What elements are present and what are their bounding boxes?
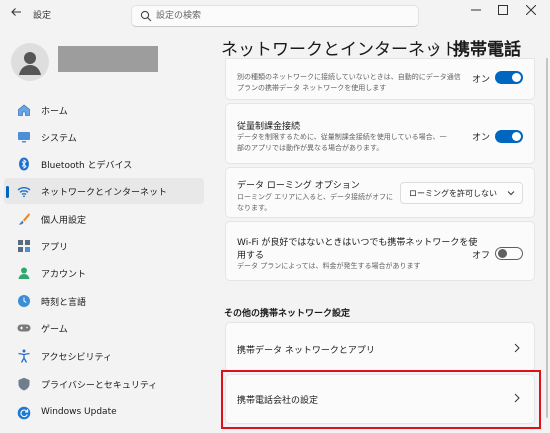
card-title: 用する (237, 251, 265, 261)
account-icon (18, 267, 30, 279)
back-arrow-icon (11, 8, 21, 16)
card-description: プランの携帯データ ネットワークを使用します (237, 84, 387, 92)
sidebar-item-label: 個人用設定 (41, 216, 87, 226)
search-box[interactable] (131, 5, 419, 27)
monitor-icon (18, 132, 30, 143)
sidebar-item-privacy[interactable]: プライバシーとセキュリティ (4, 371, 204, 397)
toggle-state-label: オフ (472, 251, 491, 261)
link-cellular-networks-apps[interactable]: 携帯データ ネットワークとアプリ (225, 322, 535, 372)
toggle-knob (512, 73, 521, 82)
sidebar-item-windows-update[interactable]: Windows Update (4, 400, 204, 426)
breadcrumb-separator: › (433, 36, 440, 56)
minimize-button[interactable] (466, 4, 486, 20)
roaming-card: データ ローミング オプション ローミング エリアに入ると、データ接続がオフに … (225, 167, 535, 218)
sidebar-item-system[interactable]: システム (4, 124, 204, 150)
person-icon (19, 52, 41, 75)
sidebar-item-time-language[interactable]: 時刻と言語 (4, 288, 204, 314)
search-input[interactable] (156, 8, 406, 24)
sidebar-item-network[interactable]: ネットワークとインターネット (4, 178, 204, 204)
toggle-state-label: オン (472, 75, 491, 85)
card-description: 部のアプリでは動作が異なる場合があります。 (237, 144, 384, 152)
sidebar-item-label: アクセシビリティ (41, 353, 113, 363)
globe-clock-icon (18, 295, 30, 307)
sidebar-item-label: アプリ (41, 243, 69, 253)
card-description: データ プランによっては、料金が発生する場合があります (237, 262, 421, 270)
home-icon (18, 104, 30, 116)
gamepad-icon (17, 324, 31, 332)
back-button[interactable] (8, 6, 24, 22)
chevron-right-icon (514, 343, 520, 353)
sidebar-item-personalization[interactable]: 個人用設定 (4, 206, 204, 232)
shield-icon (18, 377, 30, 391)
cellular-data-toggle[interactable] (495, 71, 523, 84)
wifi-fallback-card: Wi-Fi が良好ではないときはいつでも携帯ネットワークを使 用する データ プ… (225, 221, 535, 281)
selection-indicator (6, 186, 9, 198)
highlight-annotation (221, 370, 541, 429)
sidebar-item-label: 時刻と言語 (41, 298, 87, 308)
sidebar-item-label: プライバシーとセキュリティ (41, 381, 158, 391)
maximize-icon (498, 5, 508, 15)
update-icon (17, 406, 31, 420)
username-redacted (58, 46, 158, 72)
chevron-down-icon (507, 191, 515, 196)
scrollbar[interactable] (546, 58, 548, 418)
sidebar-item-accounts[interactable]: アカウント (4, 260, 204, 286)
metered-connection-toggle[interactable] (495, 130, 523, 143)
wifi-icon (17, 187, 31, 198)
sidebar-item-label: ホーム (41, 107, 68, 117)
section-header: その他の携帯ネットワーク設定 (224, 309, 351, 319)
accessibility-icon (18, 349, 30, 363)
sidebar-item-label: Bluetooth とデバイス (41, 161, 133, 171)
sidebar-item-bluetooth[interactable]: Bluetooth とデバイス (4, 151, 204, 177)
card-description: 別の種類のネットワークに接続していないときは、自動的にデータ通信 (237, 73, 461, 81)
apps-icon (18, 240, 30, 252)
maximize-button[interactable] (493, 4, 513, 20)
minimize-icon (471, 9, 481, 11)
wifi-fallback-toggle[interactable] (495, 247, 523, 260)
sidebar-item-home[interactable]: ホーム (4, 97, 204, 123)
toggle-knob (498, 249, 507, 258)
sidebar-item-apps[interactable]: アプリ (4, 233, 204, 259)
sidebar-item-label: ネットワークとインターネット (41, 188, 168, 198)
toggle-knob (512, 132, 521, 141)
toggle-state-label: オン (472, 133, 491, 143)
card-description: なります。 (237, 204, 272, 212)
close-icon (525, 4, 537, 16)
card-title: Wi-Fi が良好ではないときはいつでも携帯ネットワークを使 (237, 238, 478, 248)
metered-connection-card: 従量制課金接続 データを制限するために、従量制課金接続を使用している場合、一 部… (225, 103, 535, 164)
card-description: データを制限するために、従量制課金接続を使用している場合、一 (237, 133, 447, 141)
sidebar-item-gaming[interactable]: ゲーム (4, 315, 204, 341)
avatar[interactable] (11, 43, 49, 81)
card-title: データ ローミング オプション (237, 181, 360, 191)
close-button[interactable] (521, 4, 541, 20)
cellular-data-card: 別の種類のネットワークに接続していないときは、自動的にデータ通信 プランの携帯デ… (225, 58, 535, 100)
search-icon (140, 10, 152, 22)
link-label: 携帯データ ネットワークとアプリ (237, 346, 375, 356)
dropdown-value: ローミングを許可しない (409, 189, 497, 198)
sidebar-item-accessibility[interactable]: アクセシビリティ (4, 343, 204, 369)
page-title: 携帯電話 (453, 40, 521, 60)
roaming-dropdown[interactable]: ローミングを許可しない (400, 182, 523, 204)
bluetooth-icon (19, 157, 29, 171)
app-title: 設定 (33, 11, 52, 21)
sidebar-item-label: ゲーム (41, 325, 68, 335)
sidebar-item-label: システム (41, 134, 77, 144)
card-description: ローミング エリアに入ると、データ接続がオフに (237, 193, 393, 201)
brush-icon (19, 213, 30, 225)
sidebar-item-label: アカウント (41, 270, 87, 280)
sidebar-item-label: Windows Update (41, 407, 117, 417)
breadcrumb-parent[interactable]: ネットワークとインターネット (221, 35, 459, 60)
card-title: 従量制課金接続 (237, 122, 301, 132)
